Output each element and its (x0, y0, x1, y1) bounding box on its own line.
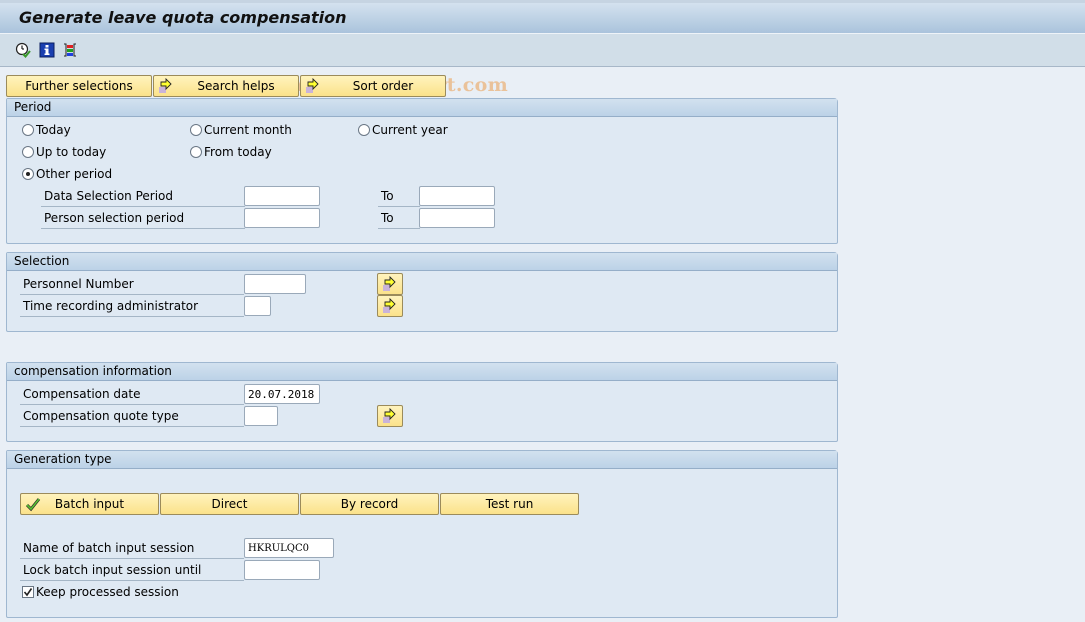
compensation-frame-title: compensation information (7, 363, 837, 381)
time-admin-input[interactable] (244, 296, 271, 316)
test-run-label: Test run (485, 497, 534, 511)
sort-order-button[interactable]: Sort order (300, 75, 446, 97)
lock-until-label: Lock batch input session until (20, 561, 244, 581)
radio-current-year-label: Current year (372, 123, 448, 137)
page-title: Generate leave quota compensation (19, 8, 347, 27)
personnel-number-input[interactable] (244, 274, 306, 294)
search-helps-button[interactable]: Search helps (153, 75, 299, 97)
multiple-selection-arrow-icon (305, 77, 321, 94)
radio-current-month-label: Current month (204, 123, 292, 137)
person-selection-to-label: To (378, 209, 420, 229)
info-icon[interactable] (39, 42, 55, 58)
person-selection-period-label: Person selection period (41, 209, 245, 229)
session-name-input[interactable] (244, 538, 334, 558)
person-selection-period-from-input[interactable] (244, 208, 320, 228)
period-frame-title: Period (7, 99, 837, 117)
application-toolbar: © www.tutorialkart.com (0, 34, 1085, 96)
radio-circle[interactable] (22, 124, 34, 136)
by-record-button[interactable]: By record (300, 493, 439, 515)
data-selection-period-from-input[interactable] (244, 186, 320, 206)
lock-until-input[interactable] (244, 560, 320, 580)
generation-type-frame-title: Generation type (7, 451, 837, 469)
time-admin-multiple-selection-button[interactable] (377, 295, 403, 317)
selection-frame-title: Selection (7, 253, 837, 271)
selection-options-icon[interactable] (62, 42, 78, 58)
keep-processed-session-checkbox[interactable]: Keep processed session (22, 585, 179, 599)
radio-circle[interactable] (358, 124, 370, 136)
radio-current-year[interactable]: Current year (358, 123, 448, 137)
checkmark-icon (25, 496, 41, 512)
person-selection-period-to-input[interactable] (419, 208, 495, 228)
multiple-selection-arrow-icon (158, 77, 174, 94)
data-selection-to-label: To (378, 187, 420, 207)
radio-from-today-label: From today (204, 145, 272, 159)
radio-circle[interactable] (190, 146, 202, 158)
radio-circle[interactable] (190, 124, 202, 136)
compensation-quota-type-input[interactable] (244, 406, 278, 426)
time-admin-label: Time recording administrator (20, 297, 244, 317)
multiple-selection-arrow-icon (383, 276, 396, 291)
data-selection-period-to-input[interactable] (419, 186, 495, 206)
checkmark-icon (23, 588, 33, 597)
radio-circle[interactable] (22, 146, 34, 158)
radio-other-period-label: Other period (36, 167, 113, 181)
checkbox-box[interactable] (22, 586, 34, 598)
test-run-button[interactable]: Test run (440, 493, 579, 515)
personnel-number-label: Personnel Number (20, 275, 244, 295)
direct-label: Direct (211, 497, 248, 511)
multiple-selection-arrow-icon (383, 408, 396, 423)
search-helps-label: Search helps (197, 79, 275, 93)
radio-today-label: Today (36, 123, 71, 137)
further-selections-button[interactable]: Further selections (6, 75, 152, 97)
title-bar: Generate leave quota compensation (0, 0, 1085, 34)
compensation-date-label: Compensation date (20, 385, 244, 405)
direct-button[interactable]: Direct (160, 493, 299, 515)
further-selections-label: Further selections (25, 79, 133, 93)
batch-input-label: Batch input (54, 497, 125, 511)
by-record-label: By record (340, 497, 399, 511)
compensation-quota-type-label: Compensation quote type (20, 407, 244, 427)
sort-order-label: Sort order (352, 79, 414, 93)
multiple-selection-arrow-icon (383, 298, 396, 313)
radio-today[interactable]: Today (22, 123, 71, 137)
data-selection-period-label: Data Selection Period (41, 187, 245, 207)
personnel-number-multiple-selection-button[interactable] (377, 273, 403, 295)
radio-from-today[interactable]: From today (190, 145, 272, 159)
compensation-date-input[interactable] (244, 384, 320, 404)
quota-type-multiple-selection-button[interactable] (377, 405, 403, 427)
radio-up-to-today-label: Up to today (36, 145, 107, 159)
batch-input-button[interactable]: Batch input (20, 493, 159, 515)
radio-circle-selected[interactable] (22, 168, 34, 180)
session-name-label: Name of batch input session (20, 539, 244, 559)
radio-up-to-today[interactable]: Up to today (22, 145, 106, 159)
radio-current-month[interactable]: Current month (190, 123, 292, 137)
execute-icon[interactable] (15, 42, 31, 58)
keep-processed-session-label: Keep processed session (36, 585, 179, 599)
radio-other-period[interactable]: Other period (22, 167, 112, 181)
